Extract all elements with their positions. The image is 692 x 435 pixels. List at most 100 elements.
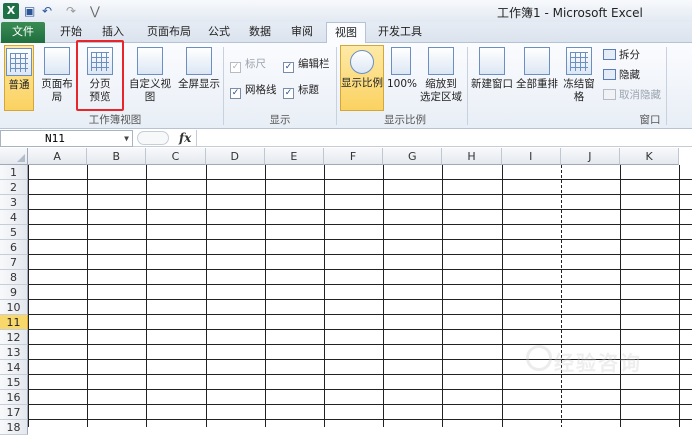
cell-area[interactable]	[28, 165, 692, 427]
ruler-checkbox[interactable]: ✓ 标尺	[230, 57, 266, 73]
row-header[interactable]: 18	[0, 420, 28, 435]
normal-view-label: 普通	[8, 79, 30, 91]
row-header[interactable]: 1	[0, 165, 28, 180]
row-header[interactable]: 4	[0, 210, 28, 225]
full-screen-button[interactable]: 全屏显示	[178, 45, 220, 111]
column-header[interactable]: F	[324, 148, 384, 165]
tab-review[interactable]: 审阅	[285, 22, 319, 43]
insert-function-icon[interactable]: fx	[179, 130, 191, 146]
freeze-panes-icon	[566, 47, 592, 75]
select-all-button[interactable]	[0, 148, 28, 165]
title-bar: X ▣ ↶ ↷ ⋁ 工作簿1 - Microsoft Excel	[0, 0, 692, 22]
headings-label: 标题	[298, 84, 319, 96]
chevron-down-icon[interactable]: ▼	[124, 131, 129, 146]
row-header[interactable]: 3	[0, 195, 28, 210]
row-header[interactable]: 13	[0, 345, 28, 360]
ruler-label: 标尺	[245, 58, 266, 70]
customize-icon[interactable]: ⋁	[90, 3, 100, 19]
group-separator	[666, 47, 667, 125]
row-header[interactable]: 11	[0, 315, 28, 330]
custom-views-button[interactable]: 自定义视图	[124, 45, 176, 111]
excel-logo-icon[interactable]: X	[3, 3, 19, 19]
tab-view[interactable]: 视图	[326, 22, 366, 44]
zoom-to-selection-label: 缩放到	[425, 78, 457, 90]
column-header[interactable]: A	[28, 148, 88, 165]
formula-input[interactable]	[196, 130, 692, 147]
page-break-line	[560, 165, 562, 427]
row-header[interactable]: 10	[0, 300, 28, 315]
gridline	[205, 165, 207, 427]
arrange-all-button[interactable]: 全部重排	[515, 45, 559, 111]
formula-bar-check-icon: ✓	[283, 62, 294, 73]
tab-data[interactable]: 数据	[243, 22, 277, 43]
show-group-label: 显示	[269, 114, 291, 126]
redo-icon[interactable]: ↷	[66, 3, 76, 19]
column-header[interactable]: D	[205, 148, 265, 165]
full-screen-label: 全屏显示	[178, 78, 220, 90]
gridlines-label: 网格线	[245, 84, 277, 96]
column-header[interactable]: H	[442, 148, 502, 165]
custom-views-icon	[137, 47, 163, 75]
gridline	[324, 165, 325, 427]
watermark: 经验咨询	[526, 343, 656, 375]
zoom-group-label: 显示比例	[384, 114, 426, 126]
gridline	[28, 165, 29, 427]
tab-file[interactable]: 文件	[1, 22, 45, 43]
row-header[interactable]: 6	[0, 240, 28, 255]
zoom-button[interactable]: 显示比例	[340, 45, 384, 111]
row-header[interactable]: 14	[0, 360, 28, 375]
formula-bar-checkbox[interactable]: ✓ 编辑栏	[283, 57, 330, 73]
zoom-label: 显示比例	[341, 77, 383, 89]
row-header[interactable]: 12	[0, 330, 28, 345]
row-header[interactable]: 2	[0, 180, 28, 195]
split-label: 拆分	[619, 49, 640, 61]
unhide-button[interactable]: 取消隐藏	[603, 87, 661, 103]
row-header[interactable]: 16	[0, 390, 28, 405]
gridline	[679, 165, 681, 427]
row-header[interactable]: 17	[0, 405, 28, 420]
workbook-views-group-label: 工作簿视图	[88, 114, 142, 126]
group-separator	[336, 47, 337, 125]
formula-controls	[137, 131, 169, 145]
column-header[interactable]: K	[620, 148, 680, 165]
worksheet-grid[interactable]: ABCDEFGHIJK 1 2 3 4 5 6 7 8 9 10 11 12 13 14 15 16 17 18	[0, 148, 692, 435]
row-header[interactable]: 15	[0, 375, 28, 390]
column-header[interactable]: I	[501, 148, 561, 165]
zoom-to-selection-button[interactable]: 缩放到 选定区域	[418, 45, 464, 111]
gridlines-checkbox[interactable]: ✓ 网格线	[230, 83, 277, 99]
save-icon[interactable]: ▣	[24, 3, 35, 19]
row-header[interactable]: 8	[0, 270, 28, 285]
column-header[interactable]: J	[560, 148, 620, 165]
undo-icon[interactable]: ↶	[42, 3, 52, 19]
column-header[interactable]: E	[264, 148, 324, 165]
gridline	[501, 165, 503, 427]
row-header[interactable]: 9	[0, 285, 28, 300]
new-window-icon	[479, 47, 505, 75]
gridlines-check-icon: ✓	[230, 88, 241, 99]
column-header[interactable]: G	[383, 148, 443, 165]
split-icon	[603, 49, 616, 60]
column-header[interactable]: C	[146, 148, 206, 165]
headings-checkbox[interactable]: ✓ 标题	[283, 83, 319, 99]
formula-bar: N11 ▼ fx	[0, 130, 692, 147]
freeze-panes-button[interactable]: 冻结窗格	[559, 45, 599, 111]
gridline	[146, 165, 148, 427]
hide-button[interactable]: 隐藏	[603, 67, 640, 83]
zoom-100-button[interactable]: 100%	[387, 45, 417, 111]
new-window-button[interactable]: 新建窗口	[470, 45, 514, 111]
tab-page-layout[interactable]: 页面布局	[139, 22, 199, 43]
tab-developer[interactable]: 开发工具	[374, 22, 426, 43]
row-header[interactable]: 5	[0, 225, 28, 240]
name-box[interactable]: N11 ▼	[0, 130, 133, 147]
column-header[interactable]: B	[87, 148, 147, 165]
freeze-panes-label: 冻结窗格	[563, 78, 595, 103]
hide-icon	[603, 69, 616, 80]
name-box-value: N11	[45, 132, 65, 145]
normal-view-button[interactable]: 普通	[4, 45, 34, 111]
page-layout-view-button[interactable]: 页面布局	[37, 45, 77, 111]
tab-formulas[interactable]: 公式	[202, 22, 236, 43]
row-header[interactable]: 7	[0, 255, 28, 270]
split-button[interactable]: 拆分	[603, 47, 640, 63]
ruler-check-icon: ✓	[230, 62, 241, 73]
new-window-label: 新建窗口	[471, 78, 513, 90]
